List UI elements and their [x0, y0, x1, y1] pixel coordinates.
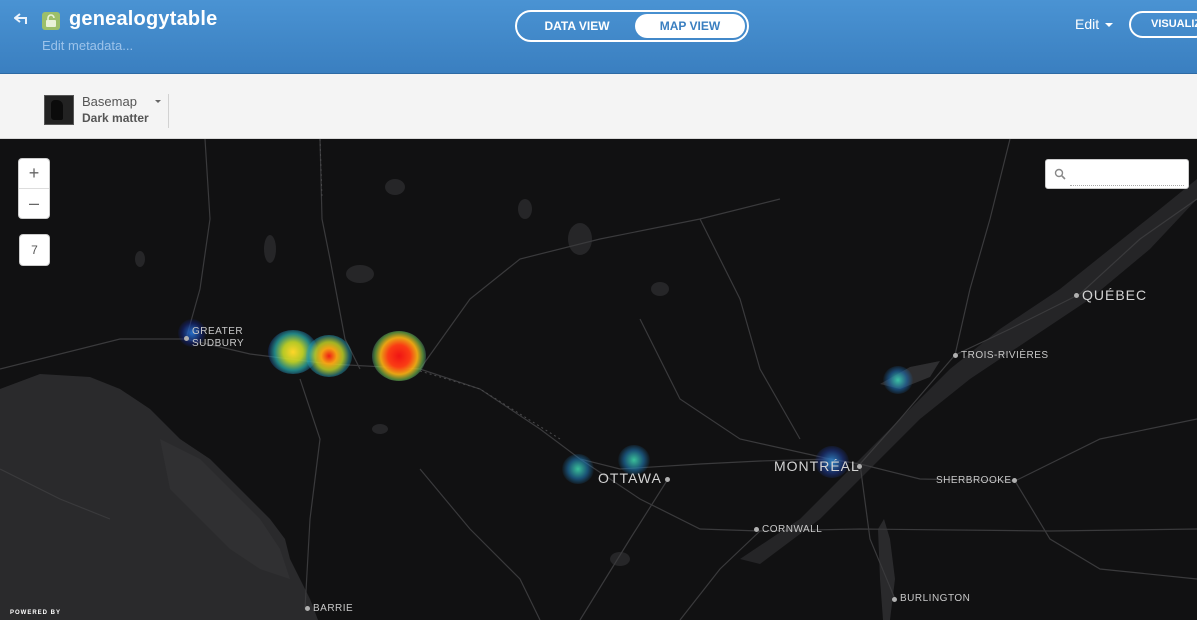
chevron-down-icon: [1105, 23, 1114, 28]
heatmap-point: [372, 331, 426, 381]
st-lawrence-river: [740, 179, 1197, 564]
heatmap-point: [306, 335, 352, 377]
city-marker: [1012, 478, 1017, 483]
toolbar-divider: [168, 94, 169, 128]
attribution-label: POWERED BY: [10, 610, 62, 616]
basemap-value[interactable]: Dark matter: [82, 111, 149, 125]
city-marker: [665, 477, 670, 482]
city-label-ottawa: OTTAWA: [598, 470, 662, 486]
city-marker: [754, 527, 759, 532]
data-view-tab[interactable]: DATA VIEW: [521, 14, 633, 38]
zoom-out-button[interactable]: –: [19, 189, 49, 218]
city-label-line: GREATER: [192, 326, 244, 337]
visualize-button[interactable]: VISUALIZE: [1129, 11, 1197, 38]
table-title[interactable]: genealogytable: [69, 8, 217, 31]
map-search[interactable]: [1045, 159, 1189, 189]
lake-huron: [0, 374, 318, 620]
edit-menu-label: Edit: [1075, 16, 1100, 32]
lake-champlain: [878, 519, 895, 620]
city-label-barrie: BARRIE: [313, 603, 354, 614]
map-toolbar: Basemap Dark matter: [0, 74, 1197, 139]
city-marker: [305, 606, 310, 611]
city-label-cornwall: CORNWALL: [762, 524, 823, 535]
city-marker: [184, 336, 189, 341]
heatmap-point: [562, 454, 594, 484]
zoom-in-button[interactable]: +: [19, 159, 49, 189]
city-label-sherbrooke: SHERBROOKE: [936, 475, 1012, 486]
city-marker: [953, 353, 958, 358]
search-icon: [1054, 168, 1066, 180]
basemap-thumbnail[interactable]: [44, 95, 74, 125]
edit-menu[interactable]: Edit: [1075, 16, 1114, 32]
city-label-line: SUDBURY: [192, 338, 245, 349]
back-arrow-icon[interactable]: [13, 12, 32, 28]
edit-metadata-link[interactable]: Edit metadata...: [42, 38, 133, 53]
lock-icon[interactable]: [42, 12, 60, 30]
chevron-down-icon[interactable]: [155, 100, 161, 103]
view-toggle: DATA VIEW MAP VIEW: [515, 10, 749, 42]
basemap-label[interactable]: Basemap: [82, 94, 137, 109]
heatmap-point: [883, 366, 913, 394]
city-label-montreal: MONTRÉAL: [774, 458, 860, 474]
zoom-level-indicator: 7: [20, 235, 49, 265]
city-marker: [892, 597, 897, 602]
zoom-control: + –: [19, 159, 49, 218]
city-label-quebec: QUÉBEC: [1082, 287, 1148, 303]
city-label-trois-rivieres: TROIS-RIVIÈRES: [961, 350, 1049, 361]
city-label-greater-sudbury: GREATER SUDBURY: [192, 326, 244, 350]
app-header: genealogytable Edit metadata... DATA VIE…: [0, 0, 1197, 74]
map-view-tab[interactable]: MAP VIEW: [635, 14, 745, 38]
city-label-burlington: BURLINGTON: [900, 593, 971, 604]
search-input[interactable]: [1070, 165, 1184, 186]
basemap-tiles: [0, 139, 1197, 620]
city-marker: [1074, 293, 1079, 298]
map-canvas[interactable]: GREATER SUDBURY OTTAWA MONTRÉAL QUÉBEC TR…: [0, 139, 1197, 620]
